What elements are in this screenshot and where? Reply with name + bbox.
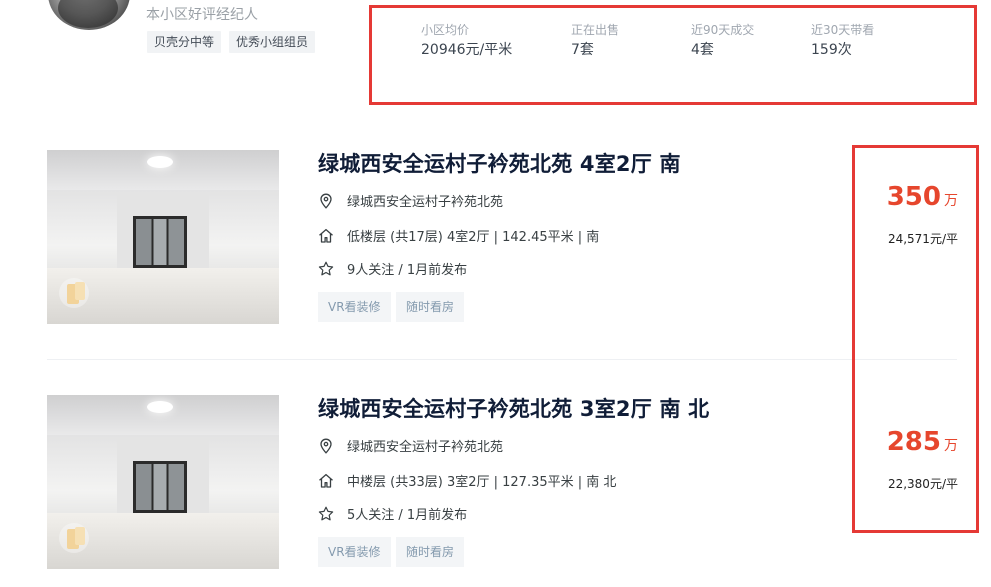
anytime-viewing-tag: 随时看房 [396,537,465,567]
listing-title[interactable]: 绿城西安全运村子衿苑北苑 3室2厅 南 北 [318,393,709,423]
star-icon [318,261,334,277]
star-icon [318,506,334,522]
agent-description: 本小区好评经纪人 [146,7,258,23]
location-pin-icon [318,193,334,209]
agent-tag-team: 优秀小组组员 [229,31,316,53]
listing-follow-row: 9人关注 / 1月前发布 [318,259,467,278]
listing-house-info-row: 低楼层 (共17层) 4室2厅 | 142.45平米 | 南 [318,226,599,245]
vr-icon[interactable] [59,523,89,553]
stat-value: 4套 [691,42,714,58]
listing-follow-row: 5人关注 / 1月前发布 [318,504,467,523]
stat-value: 7套 [571,42,594,58]
community-name[interactable]: 绿城西安全运村子衿苑北苑 [347,191,503,210]
price-highlight-box [852,145,979,533]
stat-on-sale: 正在出售 7套 [571,22,619,60]
follow-info-text: 9人关注 / 1月前发布 [347,263,468,278]
house-info-text: 低楼层 (共17层) 4室2厅 | 142.45平米 | 南 [347,230,600,245]
listing-photo[interactable] [47,150,279,324]
stat-label: 小区均价 [421,23,470,37]
follow-info-text: 5人关注 / 1月前发布 [347,508,468,523]
stat-value: 20946元/平米 [421,42,513,58]
house-icon [318,473,334,489]
stat-label: 近90天成交 [691,23,755,37]
house-icon [318,228,334,244]
stat-label: 近30天带看 [811,23,875,37]
listing-house-info-row: 中楼层 (共33层) 3室2厅 | 127.35平米 | 南 北 [318,471,616,490]
agent-tag-score: 贝壳分中等 [147,31,222,53]
stat-viewings-30d: 近30天带看 159次 [811,22,874,60]
anytime-viewing-tag: 随时看房 [396,292,465,322]
listing-divider [47,359,957,360]
house-info-text: 中楼层 (共33层) 3室2厅 | 127.35平米 | 南 北 [347,475,617,490]
vr-decoration-tag[interactable]: VR看装修 [318,537,391,567]
listing-title[interactable]: 绿城西安全运村子衿苑北苑 4室2厅 南 [318,148,681,178]
listing-card[interactable]: 绿城西安全运村子衿苑北苑 4室2厅 南 绿城西安全运村子衿苑北苑 低楼层 (共1… [47,150,958,325]
listing-photo[interactable] [47,395,279,569]
listing-card[interactable]: 绿城西安全运村子衿苑北苑 3室2厅 南 北 绿城西安全运村子衿苑北苑 中楼层 (… [47,395,958,570]
location-pin-icon [318,438,334,454]
listing-community-row[interactable]: 绿城西安全运村子衿苑北苑 [318,191,503,210]
vr-icon[interactable] [59,278,89,308]
agent-avatar[interactable] [48,0,130,30]
stat-avg-price: 小区均价 20946元/平米 [421,22,512,60]
stat-deals-90d: 近90天成交 4套 [691,22,754,60]
community-stats-panel: 小区均价 20946元/平米 正在出售 7套 近90天成交 4套 近30天带看 … [369,5,977,105]
community-name[interactable]: 绿城西安全运村子衿苑北苑 [347,436,503,455]
vr-decoration-tag[interactable]: VR看装修 [318,292,391,322]
stat-value: 159次 [811,42,852,58]
stat-label: 正在出售 [571,23,620,37]
listing-community-row[interactable]: 绿城西安全运村子衿苑北苑 [318,436,503,455]
